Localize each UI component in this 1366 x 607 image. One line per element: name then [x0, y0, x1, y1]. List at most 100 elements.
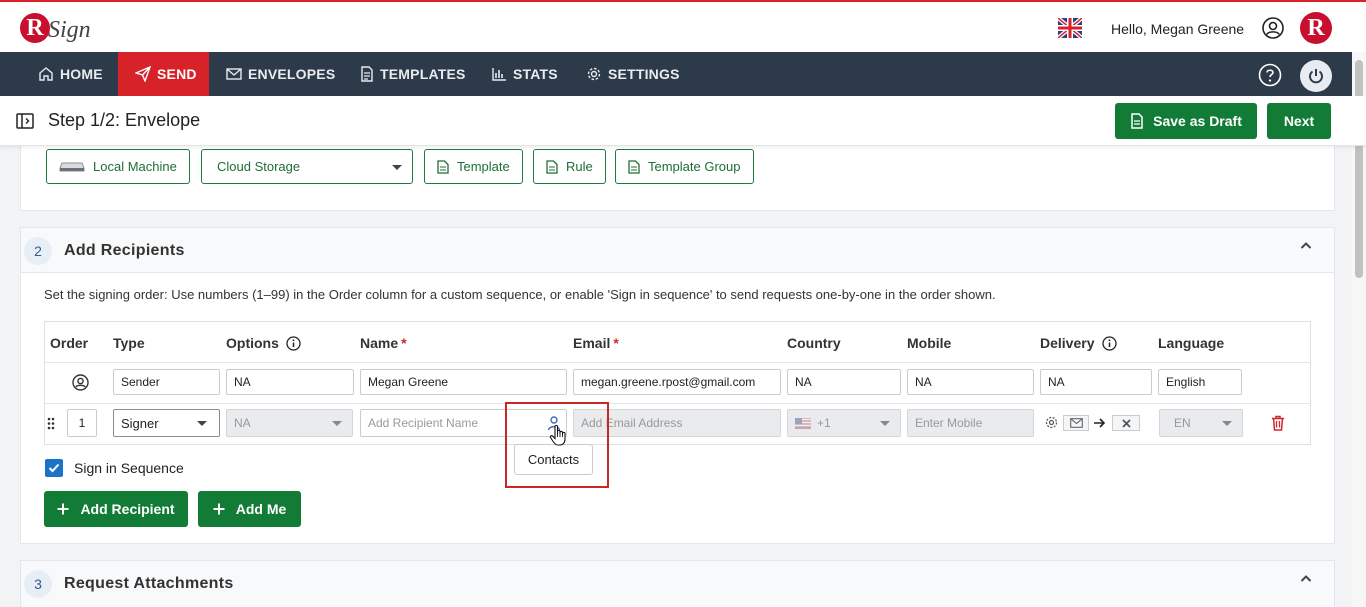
nav-send[interactable]: SEND [118, 52, 209, 96]
sidebar-toggle-icon[interactable] [16, 113, 34, 129]
chevron-down-icon [880, 421, 890, 426]
recipient-type-value: Signer [121, 415, 159, 431]
save-as-draft-button[interactable]: Save as Draft [1115, 103, 1257, 139]
column-header-order: Order [50, 335, 88, 351]
power-icon [1309, 69, 1323, 84]
logo-text: Sign [48, 16, 91, 43]
header-language-label: Language [1158, 335, 1225, 351]
add-recipients-header[interactable] [21, 228, 1334, 273]
sender-email-field: megan.greene.rpost@gmail.com [573, 369, 781, 395]
nav-stats-label: STATS [513, 66, 558, 82]
column-header-delivery: Delivery [1040, 335, 1118, 351]
uk-flag-icon[interactable] [1058, 18, 1082, 38]
document-icon [361, 66, 373, 82]
nav-templates-label: TEMPLATES [380, 66, 466, 82]
chevron-up-icon[interactable] [1300, 240, 1312, 252]
nav-envelopes[interactable]: ENVELOPES [226, 52, 335, 96]
send-icon [135, 66, 151, 82]
chevron-down-icon [392, 165, 402, 170]
cloud-storage-dropdown[interactable]: Cloud Storage [201, 149, 413, 184]
brand-avatar[interactable]: R [1300, 12, 1332, 44]
add-recipient-button[interactable]: Add Recipient [44, 491, 188, 527]
envelope-icon [1069, 418, 1083, 428]
order-input[interactable]: 1 [67, 409, 97, 437]
cloud-storage-label: Cloud Storage [217, 159, 301, 174]
checkmark-icon [48, 463, 60, 473]
rule-button[interactable]: Rule [533, 149, 606, 184]
sender-type-field: Sender [113, 369, 220, 395]
add-me-label: Add Me [235, 501, 287, 517]
sign-in-sequence-label[interactable]: Sign in Sequence [74, 460, 184, 476]
delivery-remove-button[interactable] [1112, 415, 1140, 431]
save-as-draft-label: Save as Draft [1153, 113, 1242, 129]
email-delivery-button[interactable] [1063, 415, 1089, 431]
recipient-type-select[interactable]: Signer [113, 409, 220, 437]
document-icon [628, 159, 640, 174]
header-type-label: Type [113, 335, 145, 351]
country-code-select[interactable]: +1 [787, 409, 901, 437]
local-machine-button[interactable]: Local Machine [46, 149, 190, 184]
column-header-type: Type [113, 335, 145, 351]
nav-templates[interactable]: TEMPLATES [360, 52, 466, 96]
sender-delivery-field: NA [1040, 369, 1152, 395]
trash-icon[interactable] [1271, 415, 1285, 431]
nav-settings[interactable]: SETTINGS [586, 52, 680, 96]
logout-button[interactable] [1300, 60, 1332, 92]
arrow-right-icon [1094, 418, 1106, 428]
nav-home[interactable]: HOME [38, 52, 103, 96]
chevron-down-icon [332, 421, 342, 426]
column-header-name: Name * [360, 335, 407, 351]
column-header-language: Language [1158, 335, 1224, 351]
section-number-badge: 3 [24, 570, 52, 598]
nav-settings-label: SETTINGS [608, 66, 680, 82]
mobile-input[interactable]: Enter Mobile [907, 409, 1034, 437]
plus-icon [57, 503, 69, 515]
main-nav: HOME SEND ENVELOPES TEMPLATES STATS SETT… [0, 52, 1366, 96]
chevron-up-icon[interactable] [1300, 573, 1312, 585]
scrollbar-thumb[interactable] [1355, 60, 1363, 278]
header-mobile-label: Mobile [907, 335, 952, 351]
column-header-email: Email * [573, 335, 619, 351]
row-divider [45, 403, 1310, 404]
sender-country-field: NA [787, 369, 901, 395]
column-header-country: Country [787, 335, 841, 351]
recipient-name-placeholder: Add Recipient Name [368, 416, 479, 430]
user-profile-icon[interactable] [1262, 17, 1284, 39]
template-button[interactable]: Template [424, 149, 523, 184]
language-value: EN [1174, 416, 1191, 430]
hand-cursor-icon [549, 424, 566, 446]
signing-order-description: Set the signing order: Use numbers (1–99… [44, 287, 996, 302]
column-header-mobile: Mobile [907, 335, 951, 351]
gear-icon[interactable] [1045, 416, 1058, 429]
template-group-button[interactable]: Template Group [615, 149, 754, 184]
drag-handle-icon[interactable] [47, 417, 55, 430]
required-asterisk: * [613, 335, 619, 351]
info-icon[interactable] [286, 335, 301, 351]
next-label: Next [1283, 113, 1315, 129]
add-me-button[interactable]: Add Me [198, 491, 301, 527]
chevron-down-icon [197, 421, 207, 426]
help-icon[interactable] [1258, 63, 1282, 87]
nav-stats[interactable]: STATS [491, 52, 558, 96]
header-email-label: Email [573, 335, 611, 351]
options-value: NA [234, 416, 251, 430]
contacts-tooltip: Contacts [514, 444, 593, 475]
gear-icon [587, 67, 601, 81]
language-select[interactable]: EN [1159, 409, 1243, 437]
rsign-logo[interactable]: R Sign [20, 8, 91, 48]
add-recipient-label: Add Recipient [80, 501, 175, 517]
header-country-label: Country [787, 335, 841, 351]
us-flag-icon [795, 417, 811, 429]
next-button[interactable]: Next [1267, 103, 1331, 139]
local-machine-label: Local Machine [93, 159, 177, 174]
step-toolbar: Step 1/2: Envelope Save as Draft Next [0, 96, 1366, 146]
envelope-icon [226, 68, 242, 80]
template-label: Template [457, 159, 510, 174]
nav-home-label: HOME [60, 66, 103, 82]
options-select[interactable]: NA [226, 409, 353, 437]
document-icon [546, 159, 558, 174]
header-order-label: Order [50, 335, 89, 351]
sign-in-sequence-checkbox[interactable] [45, 459, 63, 477]
info-icon[interactable] [1102, 335, 1118, 351]
hard-drive-icon [59, 162, 85, 171]
